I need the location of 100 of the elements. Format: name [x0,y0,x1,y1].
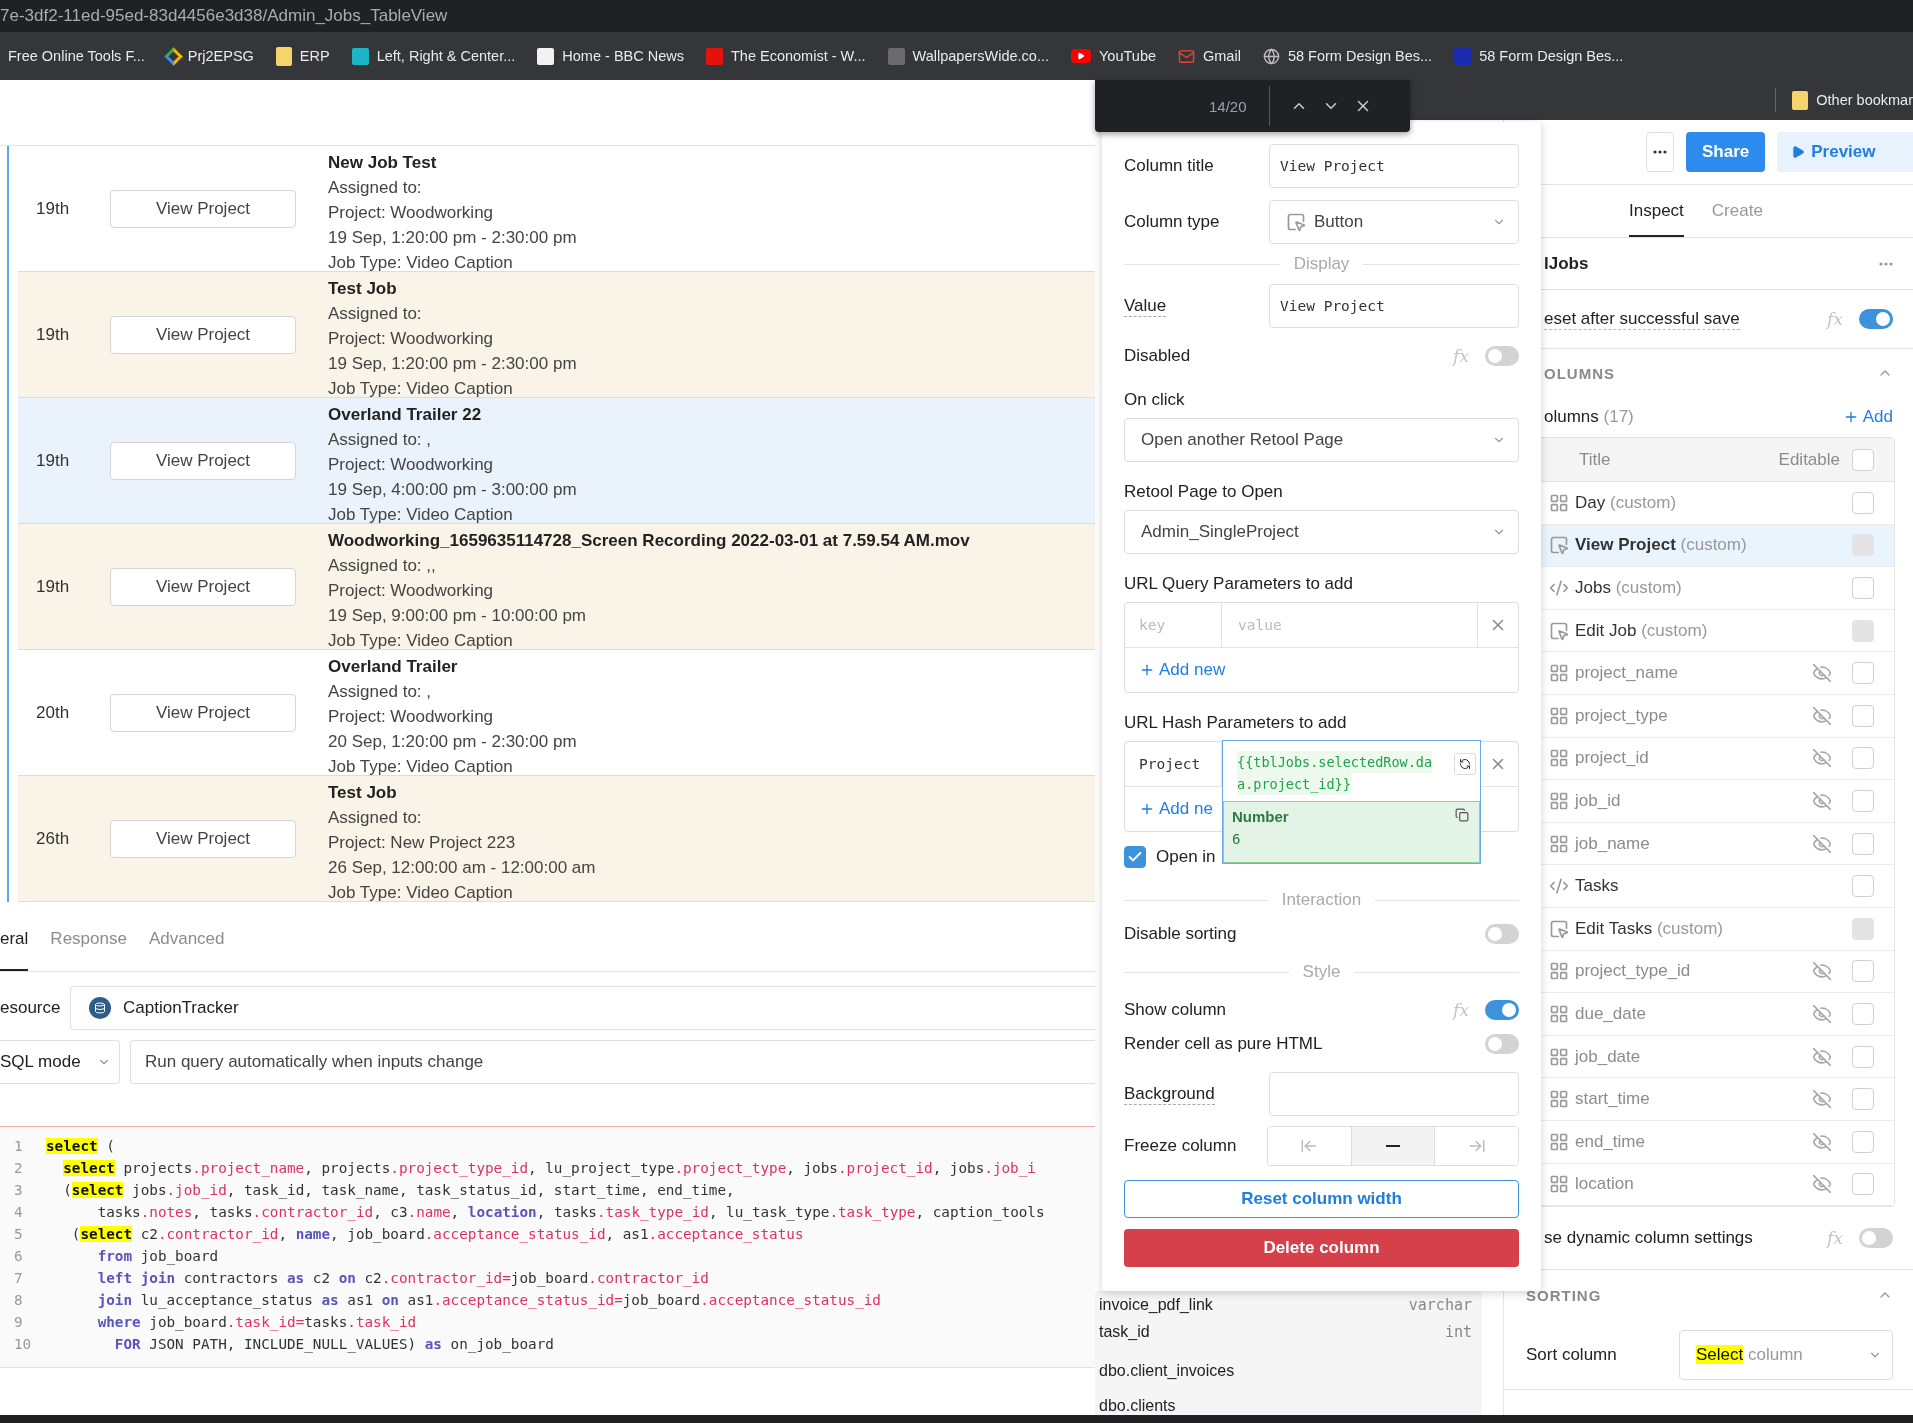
freeze-segmented-control[interactable] [1267,1126,1519,1166]
eye-off-icon[interactable] [1812,1174,1832,1195]
job-detail: 19 Sep, 4:00:00 pm - 3:00:00 pm [328,479,578,501]
bookmark-link[interactable]: 58 Form Design Bes... [1454,47,1624,65]
bookmark-link[interactable]: Gmail [1178,47,1241,65]
view-project-button[interactable]: View Project [110,441,296,480]
page-select[interactable]: Admin_SingleProject [1124,510,1519,554]
checkbox[interactable] [1852,832,1874,855]
eye-off-icon[interactable] [1812,790,1832,811]
bookmark-link[interactable]: Prj2EPSG [166,48,254,64]
checkbox[interactable] [1852,789,1874,812]
delete-button[interactable]: Delete column [1124,1229,1519,1267]
bookmark-link[interactable]: Free Online Tools F... [8,48,145,64]
checkbox[interactable] [1852,491,1874,514]
table-row[interactable]: 19th View Project Test Job Assigned to: Project: Woodworking 19 Sep, 1:20:00 pm - 2:30:00 pm Job Type: Video Caption [18,272,1095,398]
table-cell: 20th [36,702,70,723]
eye-off-icon[interactable] [1812,1131,1832,1152]
refresh-button[interactable] [1454,753,1476,775]
checkbox[interactable] [1852,577,1874,599]
checkbox[interactable] [1852,747,1874,770]
type-select[interactable]: Button [1269,200,1519,244]
more-button[interactable] [1646,132,1674,172]
field-label: Show column [1124,1000,1227,1020]
add-link[interactable]: Add [1842,407,1893,427]
eye-off-icon[interactable] [1812,1003,1832,1024]
bookmark-link[interactable]: WallpapersWide.co... [887,47,1050,65]
checkbox[interactable] [1852,704,1874,727]
eye-off-icon[interactable] [1812,748,1832,769]
eye-off-icon[interactable] [1812,663,1832,684]
field-type: varchar [1408,1295,1472,1314]
resource-select[interactable]: CaptionTracker [70,986,1095,1030]
field-label: Sort column [1526,1344,1617,1365]
job-detail: Project: New Project 223 [328,832,517,854]
freeze-option[interactable] [1268,1127,1352,1165]
bookmark-link[interactable]: The Economist - W... [706,47,866,65]
eye-off-icon[interactable] [1812,1046,1832,1067]
bookmark-link[interactable]: Other bookmar [1792,90,1913,110]
view-project-button[interactable]: View Project [110,189,296,228]
checkbox[interactable] [1852,1045,1874,1068]
checkbox[interactable] [1852,662,1874,685]
line-number: 5 [13,1226,24,1242]
checkbox[interactable] [1124,846,1146,868]
checkbox[interactable] [1852,1002,1874,1025]
eye-off-icon[interactable] [1812,833,1832,854]
more-icon[interactable] [1879,261,1893,266]
job-detail: Project: Woodworking [328,580,495,602]
code-editor[interactable] [0,1126,1095,1368]
add-link[interactable]: Add new [1139,660,1226,680]
view-project-button[interactable]: View Project [110,567,296,606]
checkbox[interactable] [1852,1130,1874,1153]
toggle-switch[interactable] [1859,1228,1893,1249]
component-name: lJobs [1544,253,1589,274]
input-field[interactable]: View Project [1269,144,1519,188]
toggle-switch[interactable] [1485,346,1519,366]
action-select[interactable]: Open another Retool Page [1124,418,1519,462]
table-row[interactable]: 26th View Project Test Job Assigned to: Project: New Project 223 26 Sep, 12:00:00 am - 12:00:00 am Job Type: Video Caption [18,776,1095,902]
mode-select[interactable]: SQL mode [0,1040,120,1084]
preview-button[interactable]: Preview [1777,132,1913,172]
table-row[interactable]: 19th View Project Overland Trailer 22 Assigned to: , Project: Woodworking 19 Sep, 4:00:00 pm - 3:00:00 pm Job Type: Video Caption [18,398,1095,524]
input-field[interactable] [1269,1072,1519,1116]
table-row[interactable]: 19th View Project Woodworking_1659635114728_Screen Recording 2022-03-01 at 7.59.54 AM.mov Assigned to: ,, Project: Woodworking 19 Sep, 9:00:00 pm - 10:00:00 pm Job Type: Video Caption [18,524,1095,650]
toggle-switch[interactable] [1859,309,1893,329]
grid-icon [1549,748,1569,769]
input-field[interactable]: View Project [1269,284,1519,328]
bookmark-link[interactable]: 58 Form Design Bes... [1262,47,1433,65]
toggle-switch[interactable] [1485,924,1519,944]
code-field[interactable]: {{tblJobs.selectedRow.da a.project_id}} Number 6 [1222,740,1481,864]
eye-off-icon[interactable] [1812,961,1832,982]
job-detail: Job Type: Video Caption [328,630,514,652]
view-project-button[interactable]: View Project [110,693,296,732]
checkbox[interactable] [1852,875,1874,898]
reset-button[interactable]: Reset column width [1124,1180,1519,1218]
checkbox[interactable] [1852,1173,1874,1196]
trigger-select[interactable]: Run query automatically when inputs change [130,1040,1095,1084]
bookmark-link[interactable]: Left, Right & Center... [351,47,516,65]
toggle-switch[interactable] [1485,1034,1519,1054]
checkbox[interactable] [1852,448,1874,471]
table-name[interactable]: dbo.client_invoices [1099,1353,1472,1380]
freeze-option[interactable] [1351,1127,1436,1165]
toggle-switch[interactable] [1485,1000,1519,1020]
checkbox[interactable] [1852,960,1874,983]
view-project-button[interactable]: View Project [110,315,296,354]
tab[interactable]: eral [0,929,29,971]
view-project-button[interactable]: View Project [110,819,296,858]
eye-off-icon[interactable] [1812,1089,1832,1110]
setting-label: se dynamic column settings [1544,1228,1753,1249]
cursor-icon [1549,535,1569,556]
sort-select[interactable]: Select column [1679,1329,1893,1380]
bookmark-link[interactable]: YouTube [1071,48,1156,64]
job-detail: 20 Sep, 1:20:00 pm - 2:30:00 pm [328,731,578,753]
copy-icon[interactable] [1455,808,1469,822]
eye-off-icon[interactable] [1812,705,1832,726]
add-link[interactable]: Add ne [1139,799,1213,819]
table-name[interactable]: dbo.clients [1099,1388,1472,1415]
bookmark-link[interactable]: Home - BBC News [537,47,684,65]
tab[interactable]: Inspect [1629,201,1684,237]
checkbox[interactable] [1852,1088,1874,1111]
job-title: Overland Trailer [328,656,459,678]
bookmark-link[interactable]: ERP [275,46,330,66]
url-text: 7e-3df2-11ed-95ed-83d4456e3d38/Admin_Jobs_TableView [0,6,448,26]
